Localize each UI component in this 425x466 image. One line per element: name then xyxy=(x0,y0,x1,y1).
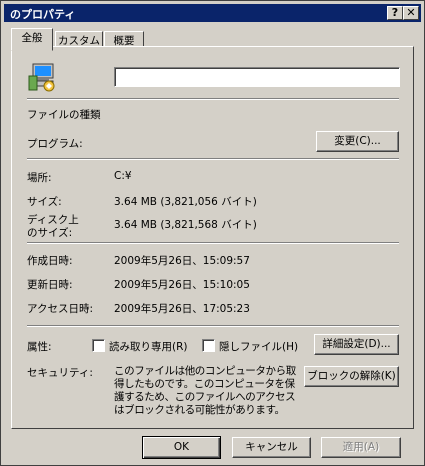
created-label: 作成日時: xyxy=(27,255,73,267)
advanced-button-label: 詳細設定(D)... xyxy=(322,338,391,350)
properties-dialog: のプロパティ ? ✕ 全般 カスタム 概要 ファイルの種類 プログラム: 変更(… xyxy=(0,0,425,466)
attributes-label: 属性: xyxy=(27,341,52,353)
created-value: 2009年5月26日、15:09:57 xyxy=(114,255,250,267)
disk-size-label-line2: のサイズ: xyxy=(27,227,73,239)
tab-general[interactable]: 全般 xyxy=(11,28,53,51)
security-label: セキュリティ: xyxy=(27,367,93,379)
disk-size-value: 3.64 MB (3,821,568 バイト) xyxy=(114,219,257,231)
readonly-checkbox[interactable] xyxy=(92,339,105,352)
security-text: このファイルは他のコンピュータから取得したものです。このコンピュータを保護するた… xyxy=(114,365,296,416)
program-label: プログラム: xyxy=(27,138,83,150)
window-title: のプロパティ xyxy=(10,8,76,21)
size-label: サイズ: xyxy=(27,196,62,208)
hidden-label[interactable]: 隠しファイル(H) xyxy=(219,339,298,354)
separator xyxy=(27,325,399,327)
help-button[interactable]: ? xyxy=(387,6,403,20)
apply-button-label: 適用(A) xyxy=(342,441,380,453)
separator xyxy=(27,98,399,100)
unblock-button[interactable]: ブロックの解除(K) xyxy=(304,366,399,387)
cancel-button-label: キャンセル xyxy=(245,441,298,453)
hidden-checkbox[interactable] xyxy=(202,339,215,352)
tab-general-label: 全般 xyxy=(21,32,43,44)
separator xyxy=(27,158,399,160)
location-label: 場所: xyxy=(27,172,52,184)
modified-label: 更新日時: xyxy=(27,279,73,291)
size-value: 3.64 MB (3,821,056 バイト) xyxy=(114,196,257,208)
modified-value: 2009年5月26日、15:10:05 xyxy=(114,279,250,291)
accessed-value: 2009年5月26日、17:05:23 xyxy=(114,303,250,315)
change-button-label: 変更(C)... xyxy=(334,135,381,147)
title-bar[interactable]: のプロパティ ? ✕ xyxy=(4,4,421,22)
readonly-label[interactable]: 読み取り専用(R) xyxy=(109,339,188,354)
cancel-button[interactable]: キャンセル xyxy=(232,437,311,458)
disk-size-label: ディスク上 のサイズ: xyxy=(27,214,79,240)
file-type-label: ファイルの種類 xyxy=(27,109,101,121)
disk-size-label-line1: ディスク上 xyxy=(27,214,79,226)
advanced-button[interactable]: 詳細設定(D)... xyxy=(314,334,399,355)
accessed-label: アクセス日時: xyxy=(27,303,94,315)
close-button[interactable]: ✕ xyxy=(403,6,419,20)
setup-program-icon xyxy=(27,60,61,94)
separator xyxy=(27,242,399,244)
ok-button-label: OK xyxy=(173,441,190,453)
apply-button[interactable]: 適用(A) xyxy=(321,437,401,458)
ok-button[interactable]: OK xyxy=(142,436,221,459)
location-value: C:¥ xyxy=(114,170,132,182)
unblock-button-label: ブロックの解除(K) xyxy=(307,370,396,382)
change-button[interactable]: 変更(C)... xyxy=(316,131,399,152)
filename-input[interactable] xyxy=(114,67,400,87)
